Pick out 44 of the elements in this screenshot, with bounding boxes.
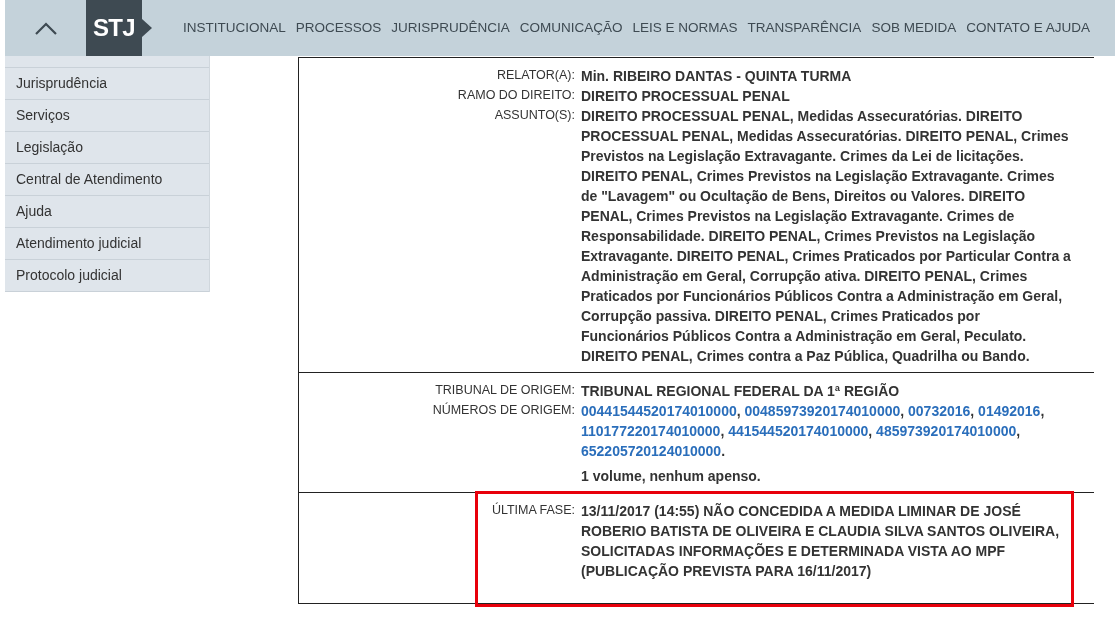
sidebar-item[interactable]: Ajuda — [5, 196, 209, 228]
nav-link[interactable]: JURISPRUDÊNCIA — [391, 17, 510, 39]
nav-link[interactable]: SOB MEDIDA — [871, 17, 957, 39]
origin-number-link[interactable]: 00441544520174010000 — [581, 403, 737, 419]
field-label: RAMO DO DIREITO: — [457, 88, 575, 102]
field-label: RELATOR(A): — [496, 68, 575, 82]
sidebar-item[interactable]: Jurisprudência — [5, 68, 209, 100]
separator: . — [721, 443, 726, 459]
field-label: NÚMEROS DE ORIGEM: — [432, 403, 575, 417]
nav-link[interactable]: COMUNICAÇÃO — [519, 17, 623, 39]
sidebar-item[interactable]: Serviços — [5, 100, 209, 132]
separator: , — [868, 423, 873, 439]
sidebar-item[interactable]: Legislação — [5, 132, 209, 164]
origin-number-link[interactable]: 00485973920174010000 — [744, 403, 901, 419]
nav-link[interactable]: LEIS E NORMAS — [632, 17, 738, 39]
field-label: ÚLTIMA FASE: — [491, 503, 575, 517]
origin-number-link[interactable]: 441544520174010000 — [728, 423, 869, 439]
separator: , — [1016, 423, 1021, 439]
separator: , — [720, 423, 725, 439]
field-value: TRIBUNAL REGIONAL FEDERAL DA 1ª REGIÃO — [581, 382, 901, 401]
separator: , — [736, 403, 741, 419]
origin-number-link[interactable]: 00732016 — [908, 403, 971, 419]
sidebar-item[interactable]: Atendimento judicial — [5, 228, 209, 260]
origin-number-link[interactable]: 485973920174010000 — [876, 423, 1017, 439]
volume-note: 1 volume, nenhum apenso. — [581, 467, 762, 486]
field-value: Min. RIBEIRO DANTAS - QUINTA TURMA — [581, 67, 853, 86]
nav-link[interactable]: PROCESSOS — [295, 17, 382, 39]
field-label: ASSUNTO(S): — [494, 108, 575, 122]
field-value: DIREITO PROCESSUAL PENAL — [581, 87, 791, 106]
field-value: DIREITO PROCESSUAL PENAL, Medidas Assecuratórias. DIREITO PROCESSUAL PENAL, Medidas Assecuratórias. DIREITO PENAL, Crimes Previstos na Legislação Extravagante. Crimes da Lei de licitações. DIREITO PENAL, Crimes Previstos na Legislação Extravagante. Crimes de "Lavagem" ou Ocultação de Bens, Direitos ou Valores. DIREITO PENAL, Crimes Previstos na Legislação Extravagante. Crimes de Responsabilidade. DIREITO PENAL, Crimes Previstos na Legislação Extravagante. DIREITO PENAL, Crimes Praticados por Particular Contra a Administração em Geral, Corrupção ativa. DIREITO PENAL, Crimes Praticados por Funcionários Públicos Contra a Administração em Geral, Corrupção passiva. DIREITO PENAL, Crimes Praticados por Funcionários Públicos Contra a Administração em Geral, Peculato. DIREITO PENAL, Crimes contra a Paz Pública, Quadrilha ou Bando. — [581, 107, 1071, 366]
nav-link[interactable]: INSTITUCIONAL — [183, 17, 286, 39]
origin-number-link[interactable]: 01492016 — [978, 403, 1041, 419]
field-label: TRIBUNAL DE ORIGEM: — [435, 383, 575, 397]
separator: , — [1040, 403, 1045, 419]
origin-number-link[interactable]: 652205720124010000 — [581, 443, 722, 459]
sidebar-item[interactable]: Protocolo judicial — [5, 260, 209, 292]
separator: , — [970, 403, 975, 419]
field-value: 13/11/2017 (14:55) NÃO CONCEDIDA A MEDIDA LIMINAR DE JOSÉ ROBERIO BATISTA DE OLIVEIRA E CLAUDIA SILVA SANTOS OLIVEIRA, SOLICITADAS INFORMAÇÕES E DETERMINADA VISTA AO MPF (PUBLICAÇÃO PREVISTA PARA 16/11/2017) — [581, 502, 1061, 581]
nav-link[interactable]: CONTATO E AJUDA — [966, 17, 1090, 39]
sidebar-item[interactable]: Central de Atendimento — [5, 164, 209, 196]
nav-link[interactable]: TRANSPARÊNCIA — [747, 17, 862, 39]
separator: , — [900, 403, 905, 419]
chevron-up-icon — [34, 21, 57, 35]
origin-number-link[interactable]: 110177220174010000 — [581, 423, 721, 439]
